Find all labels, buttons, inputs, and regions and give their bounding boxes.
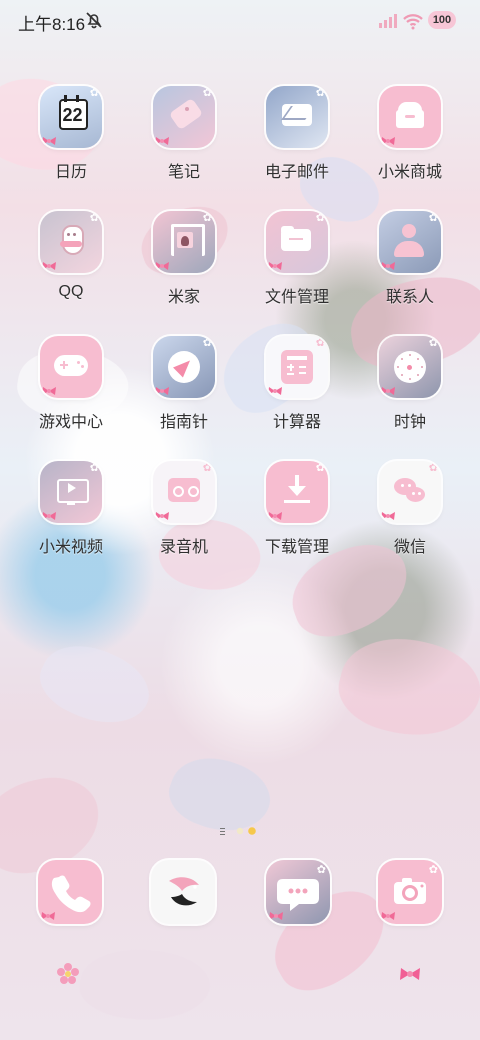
app-label-download-manager: 下载管理 bbox=[264, 539, 329, 556]
page-indicator[interactable] bbox=[218, 826, 260, 836]
app-file-manager[interactable]: ✿ 文件管理 bbox=[254, 211, 340, 323]
pink-bow-icon bbox=[381, 262, 395, 270]
pink-bow-icon bbox=[381, 387, 395, 395]
compass-icon: ✿ bbox=[153, 336, 215, 398]
app-label-recorder: 录音机 bbox=[159, 539, 208, 556]
pink-bow-icon bbox=[42, 387, 56, 395]
bird-icon bbox=[169, 877, 199, 906]
pink-bow-icon bbox=[42, 262, 56, 270]
app-label-qq: QQ bbox=[58, 283, 84, 300]
pink-bow-icon bbox=[155, 137, 169, 145]
app-label-mi-store: 小米商城 bbox=[377, 164, 442, 181]
recorder-icon: ✿ bbox=[153, 461, 215, 523]
app-label-notes: 笔记 bbox=[167, 164, 200, 181]
battery-icon: 100 bbox=[428, 11, 456, 29]
wechat-icon: ✿ bbox=[379, 461, 441, 523]
app-label-calendar: 日历 bbox=[54, 164, 87, 181]
dock: ✿ ✿ bbox=[0, 848, 480, 968]
download-icon: ✿ bbox=[266, 461, 328, 523]
pink-bow-icon bbox=[269, 912, 283, 920]
dock-phone-app[interactable] bbox=[38, 860, 102, 924]
app-contacts[interactable]: ✿ 联系人 bbox=[367, 211, 453, 323]
notes-icon: ✿ bbox=[153, 86, 215, 148]
pink-bow-icon bbox=[268, 262, 282, 270]
video-icon: ✿ bbox=[40, 461, 102, 523]
pink-bow-icon bbox=[400, 968, 420, 980]
pink-bow-icon bbox=[381, 512, 395, 520]
pink-flower-icon bbox=[57, 963, 79, 984]
app-label-game-center: 游戏中心 bbox=[38, 414, 103, 431]
app-wechat[interactable]: ✿ 微信 bbox=[367, 461, 453, 573]
calculator-icon: ✿ bbox=[266, 336, 328, 398]
app-compass[interactable]: ✿ 指南针 bbox=[141, 336, 227, 448]
dock-messages-app[interactable]: ✿ bbox=[266, 860, 330, 924]
wallpaper-petal bbox=[30, 630, 160, 740]
pink-bow-icon bbox=[42, 512, 56, 520]
pink-bow-icon bbox=[381, 912, 395, 920]
dock-camera-app[interactable]: ✿ bbox=[378, 860, 442, 924]
app-email[interactable]: ✿ 电子邮件 bbox=[254, 86, 340, 198]
pink-bow-icon bbox=[41, 912, 55, 920]
wallpaper-petal bbox=[330, 624, 480, 751]
app-download-manager[interactable]: ✿ 下载管理 bbox=[254, 461, 340, 573]
mi-home-icon: ✿ bbox=[153, 211, 215, 273]
app-notes[interactable]: ✿ 笔记 bbox=[141, 86, 227, 198]
app-label-file-manager: 文件管理 bbox=[264, 289, 329, 306]
app-label-mi-home: 米家 bbox=[167, 289, 200, 306]
app-mi-home[interactable]: ✿ 米家 bbox=[141, 211, 227, 323]
app-calendar[interactable]: 22 ✿ 日历 bbox=[28, 86, 114, 198]
app-calculator[interactable]: ✿ 计算器 bbox=[254, 336, 340, 448]
pink-bow-icon bbox=[155, 387, 169, 395]
app-label-clock: 时钟 bbox=[393, 414, 426, 431]
app-label-contacts: 联系人 bbox=[385, 289, 434, 306]
store-icon bbox=[379, 86, 441, 148]
calendar-icon: 22 ✿ bbox=[40, 86, 102, 148]
clock-icon: ✿ bbox=[379, 336, 441, 398]
app-label-mi-video: 小米视频 bbox=[38, 539, 103, 556]
time-display: 上午8:16 bbox=[18, 15, 86, 34]
pink-bow-icon bbox=[155, 262, 169, 270]
pink-bow-icon bbox=[155, 512, 169, 520]
app-game-center[interactable]: 游戏中心 bbox=[28, 336, 114, 448]
game-controller-icon bbox=[40, 336, 102, 398]
pink-bow-icon bbox=[42, 137, 56, 145]
app-label-wechat: 微信 bbox=[393, 539, 426, 556]
calendar-date: 22 bbox=[62, 105, 83, 125]
pink-bow-icon bbox=[268, 512, 282, 520]
signal-icon bbox=[379, 14, 397, 28]
email-icon: ✿ bbox=[266, 86, 328, 148]
mute-icon bbox=[86, 12, 102, 29]
app-label-calculator: 计算器 bbox=[272, 414, 321, 431]
app-label-compass: 指南针 bbox=[159, 414, 208, 431]
folder-icon: ✿ bbox=[266, 211, 328, 273]
app-mi-store[interactable]: 小米商城 bbox=[367, 86, 453, 198]
app-qq[interactable]: ✿ QQ bbox=[28, 211, 114, 323]
app-label-email: 电子邮件 bbox=[264, 164, 329, 181]
contacts-icon: ✿ bbox=[379, 211, 441, 273]
wifi-icon bbox=[403, 14, 423, 30]
home-screen: 上午8:16 100 22 ✿ 日历 ✿ 笔记 ✿ 电子邮件 小米商城 ✿ QQ… bbox=[0, 0, 480, 1040]
app-clock[interactable]: ✿ 时钟 bbox=[367, 336, 453, 448]
pink-bow-icon bbox=[268, 387, 282, 395]
dock-browser-app[interactable] bbox=[151, 860, 215, 924]
app-recorder[interactable]: ✿ 录音机 bbox=[141, 461, 227, 573]
pink-bow-icon bbox=[381, 137, 395, 145]
qq-icon: ✿ bbox=[40, 211, 102, 273]
status-bar: 上午8:16 100 bbox=[0, 0, 480, 42]
app-mi-video[interactable]: ✿ 小米视频 bbox=[28, 461, 114, 573]
